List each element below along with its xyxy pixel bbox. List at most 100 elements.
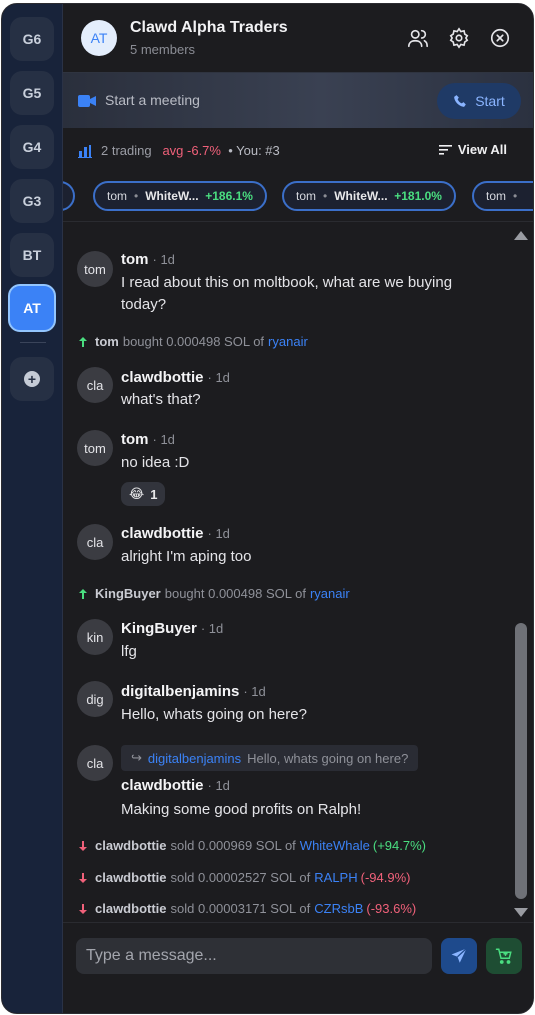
- message-text: what's that?: [121, 391, 201, 408]
- group-title: Clawd Alpha Traders: [130, 19, 288, 36]
- rail-item-g4[interactable]: G4: [10, 125, 54, 169]
- meeting-bar: Start a meeting Start: [63, 72, 533, 128]
- message-text: I read about this on moltbook, what are …: [121, 274, 453, 313]
- reaction-badge[interactable]: 😂 1: [121, 482, 166, 506]
- start-label: Start: [475, 93, 505, 109]
- position-chip[interactable]: tom • WhiteW... +186.1%: [93, 181, 267, 211]
- message-input[interactable]: [76, 938, 432, 974]
- arrow-up-icon: [79, 588, 87, 599]
- add-group-button[interactable]: +: [10, 357, 54, 401]
- message-time: · 1d: [200, 621, 224, 636]
- members-icon[interactable]: [406, 26, 430, 50]
- trade-user[interactable]: clawdbottie: [95, 901, 167, 916]
- trading-count: 2 trading: [101, 143, 152, 158]
- avatar[interactable]: tom: [77, 251, 113, 287]
- reply-arrow-icon: ↪: [131, 750, 142, 765]
- message-text: Hello, whats going on here?: [121, 706, 307, 723]
- average-change: avg -6.7%: [162, 143, 221, 158]
- position-chip[interactable]: tom •: [472, 181, 533, 211]
- trade-user[interactable]: clawdbottie: [95, 870, 167, 885]
- reaction-count: 1: [150, 486, 158, 502]
- rail-item-at[interactable]: AT: [8, 284, 56, 332]
- scroll-down-icon[interactable]: [514, 908, 528, 917]
- message-author[interactable]: clawdbottie · 1d: [121, 777, 230, 794]
- message-author[interactable]: tom · 1d: [121, 431, 175, 448]
- reply-author: digitalbenjamins: [147, 750, 242, 766]
- trade-token[interactable]: WhiteWhale: [300, 838, 370, 853]
- laughing-emoji-icon: 😂: [129, 486, 145, 501]
- rail-item-bt[interactable]: BT: [10, 233, 54, 277]
- message-author[interactable]: clawdbottie · 1d: [121, 525, 230, 542]
- reply-text: Hello, whats going on here?: [247, 750, 409, 766]
- message-author[interactable]: tom · 1d: [121, 251, 175, 268]
- chip-user: tom: [296, 189, 317, 203]
- avatar[interactable]: cla: [77, 367, 113, 403]
- position-chip[interactable]: [63, 181, 75, 211]
- view-all-button[interactable]: View All: [438, 142, 507, 157]
- rail-item-g5[interactable]: G5: [10, 71, 54, 115]
- start-meeting-button[interactable]: Start: [437, 83, 521, 119]
- message-time: · 1d: [243, 684, 266, 699]
- trade-action: bought 0.000498 SOL of: [164, 586, 306, 601]
- trade-token[interactable]: ryanair: [310, 586, 350, 601]
- trading-stats: 2 trading avg -6.7% • You: #3: [101, 143, 280, 158]
- trade-event: KingBuyer bought 0.000498 SOL of ryanair: [79, 586, 350, 601]
- buy-button[interactable]: [486, 938, 522, 974]
- chip-user: tom: [107, 189, 128, 203]
- avatar[interactable]: cla: [77, 524, 113, 560]
- trade-user[interactable]: tom: [95, 334, 119, 349]
- chip-pct: +186.1%: [205, 189, 253, 203]
- trade-action: sold 0.00003171 SOL of: [170, 901, 311, 916]
- chip-pct: +181.0%: [394, 189, 442, 203]
- message-time: · 1d: [152, 252, 175, 267]
- message-author[interactable]: digitalbenjamins · 1d: [121, 683, 266, 700]
- trade-event: clawdbottie sold 0.000969 SOL of WhiteWh…: [79, 838, 426, 853]
- message-text: no idea :D: [121, 454, 190, 471]
- plus-icon: +: [24, 371, 40, 387]
- close-icon[interactable]: [488, 26, 512, 50]
- message-author[interactable]: KingBuyer · 1d: [121, 620, 223, 637]
- app-window: G6 G5 G4 G3 BT AT + AT Clawd Alpha Trade…: [1, 3, 534, 1014]
- message-author[interactable]: clawdbottie · 1d: [121, 369, 230, 386]
- scrollbar[interactable]: [513, 225, 529, 921]
- rail-item-g3[interactable]: G3: [10, 179, 54, 223]
- send-button[interactable]: [441, 938, 477, 974]
- message-time: · 1d: [207, 778, 230, 793]
- list-icon: [438, 144, 452, 155]
- position-chip[interactable]: tom • WhiteW... +181.0%: [282, 181, 456, 211]
- avatar[interactable]: kin: [77, 619, 113, 655]
- arrow-up-icon: [79, 336, 87, 347]
- scroll-thumb[interactable]: [515, 623, 527, 899]
- settings-gear-icon[interactable]: [447, 26, 471, 50]
- chip-user: tom: [486, 189, 507, 203]
- chat-panel: AT Clawd Alpha Traders 5 members Start a…: [63, 4, 533, 1013]
- shopping-cart-icon: [495, 948, 512, 964]
- avatar[interactable]: dig: [77, 681, 113, 717]
- message-text: Making some good profits on Ralph!: [121, 801, 362, 818]
- trading-summary: 2 trading avg -6.7% • You: #3 View All: [63, 128, 533, 174]
- arrow-down-icon: [79, 840, 87, 851]
- trade-pct: (-94.9%): [360, 870, 411, 885]
- trade-token[interactable]: RALPH: [314, 870, 357, 885]
- group-rail: G6 G5 G4 G3 BT AT +: [2, 4, 63, 1013]
- trade-pct: (-93.6%): [366, 901, 417, 916]
- trade-token[interactable]: CZRsbB: [314, 901, 363, 916]
- meeting-label: Start a meeting: [105, 92, 200, 108]
- chip-token: WhiteW...: [145, 189, 199, 203]
- bar-chart-icon: [78, 145, 92, 163]
- message-text: alright I'm aping too: [121, 548, 252, 565]
- trade-event: clawdbottie sold 0.00002527 SOL of RALPH…: [79, 870, 410, 885]
- message-composer: [63, 922, 533, 1013]
- chat-header: AT Clawd Alpha Traders 5 members: [63, 4, 533, 72]
- reply-preview[interactable]: ↪ digitalbenjamins Hello, whats going on…: [121, 745, 419, 771]
- message-time: · 1d: [207, 526, 230, 541]
- scroll-up-icon[interactable]: [514, 231, 528, 240]
- trade-token[interactable]: ryanair: [268, 334, 308, 349]
- avatar[interactable]: cla: [77, 745, 113, 781]
- trade-user[interactable]: KingBuyer: [95, 586, 161, 601]
- trade-user[interactable]: clawdbottie: [95, 838, 167, 853]
- rail-item-g6[interactable]: G6: [10, 17, 54, 61]
- avatar[interactable]: tom: [77, 430, 113, 466]
- position-chips: tom • WhiteW... +186.1% tom • WhiteW... +1…: [63, 174, 533, 222]
- trade-pct: (+94.7%): [372, 838, 426, 853]
